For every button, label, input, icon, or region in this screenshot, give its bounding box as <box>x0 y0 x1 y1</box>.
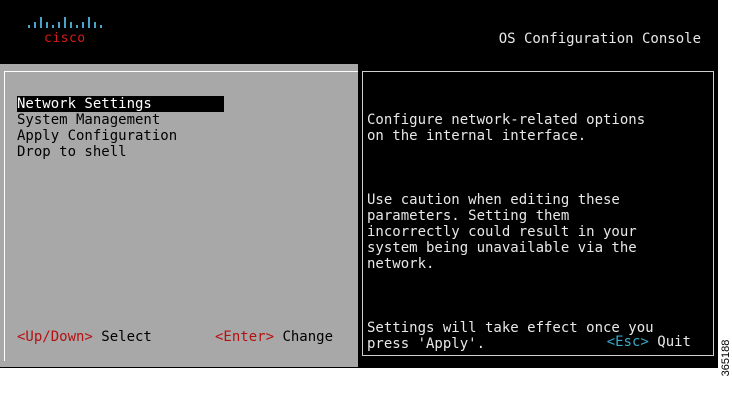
up-down-key-label: <Up/Down> <box>17 329 93 345</box>
help-paragraph-caution: Use caution when editing these parameter… <box>367 192 637 272</box>
cisco-bars-icon <box>28 17 102 28</box>
menu-item-system-management[interactable]: System Management <box>17 112 224 128</box>
help-panel: Configure network-related options on the… <box>362 71 714 356</box>
menu-panel-frame: Network Settings System Management Apply… <box>4 71 358 361</box>
enter-key-label: <Enter> <box>215 329 275 345</box>
change-action-label: Change <box>274 329 334 345</box>
cisco-logo: cisco <box>26 14 106 50</box>
quit-action-label: Quit <box>648 334 691 350</box>
console-screen: cisco OS Configuration Console Network S… <box>0 0 718 368</box>
main-menu: Network Settings System Management Apply… <box>17 96 224 160</box>
esc-key-label: <Esc> <box>606 334 649 350</box>
select-hint: <Up/Down> Select <box>17 329 152 345</box>
menu-item-network-settings[interactable]: Network Settings <box>17 96 224 112</box>
menu-item-apply-configuration[interactable]: Apply Configuration <box>17 128 224 144</box>
figure-number: 365188 <box>718 330 732 390</box>
change-hint: <Enter> Change <box>215 329 333 345</box>
help-paragraph-network: Configure network-related options on the… <box>367 112 646 144</box>
help-text: Configure network-related options on the… <box>367 80 707 368</box>
cisco-wordmark: cisco <box>44 31 86 46</box>
figure-number-label: 365188 <box>720 339 732 377</box>
console-title: OS Configuration Console <box>498 31 701 47</box>
quit-hint: <Esc> Quit <box>607 334 691 350</box>
menu-item-drop-to-shell[interactable]: Drop to shell <box>17 144 224 160</box>
menu-panel: Network Settings System Management Apply… <box>0 64 358 367</box>
select-action-label: Select <box>92 329 152 345</box>
